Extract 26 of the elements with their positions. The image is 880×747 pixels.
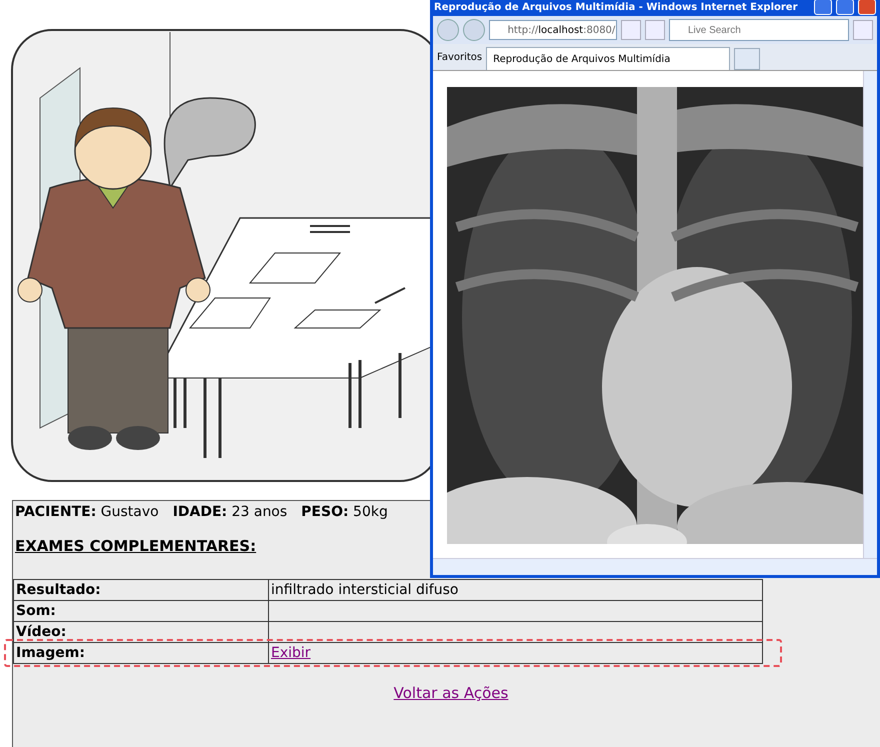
close-button[interactable]	[858, 0, 876, 15]
table-cell: Resultado:	[14, 580, 268, 600]
forward-button[interactable]	[462, 19, 485, 41]
vertical-scrollbar[interactable]	[863, 71, 877, 558]
table-cell: Som:	[14, 600, 268, 622]
patient-field: PACIENTE: Gustavo	[15, 504, 159, 520]
maximize-button[interactable]	[836, 0, 854, 15]
search-button[interactable]	[853, 20, 873, 40]
search-field[interactable]: Live Search	[668, 19, 850, 41]
favorites-button[interactable]: Favoritos	[437, 52, 482, 62]
address-field[interactable]: http://localhost:8080/	[488, 20, 618, 40]
table-cell: Vídeo:	[14, 622, 268, 642]
view-link[interactable]: Exibir	[271, 645, 311, 661]
browser-tab[interactable]: Reprodução de Arquivos Multimídia	[486, 47, 730, 70]
horizontal-scrollbar[interactable]	[433, 558, 877, 575]
section-title: EXAMES COMPLEMENTARES:	[15, 537, 256, 555]
window-title: Reprodução de Arquivos Multimídia - Windows Internet Explorer	[434, 2, 799, 12]
back-link[interactable]: Voltar as Ações	[394, 684, 508, 702]
minimize-button[interactable]	[814, 0, 832, 15]
patient-field: PESO: 50kg	[301, 504, 388, 520]
stop-button[interactable]	[645, 20, 665, 40]
back-button[interactable]	[437, 19, 459, 41]
refresh-button[interactable]	[621, 20, 642, 40]
patient-field: IDADE: 23 anos	[172, 504, 288, 520]
table-cell: infiltrado intersticial difuso	[268, 580, 762, 600]
new-tab-button[interactable]	[734, 48, 760, 70]
